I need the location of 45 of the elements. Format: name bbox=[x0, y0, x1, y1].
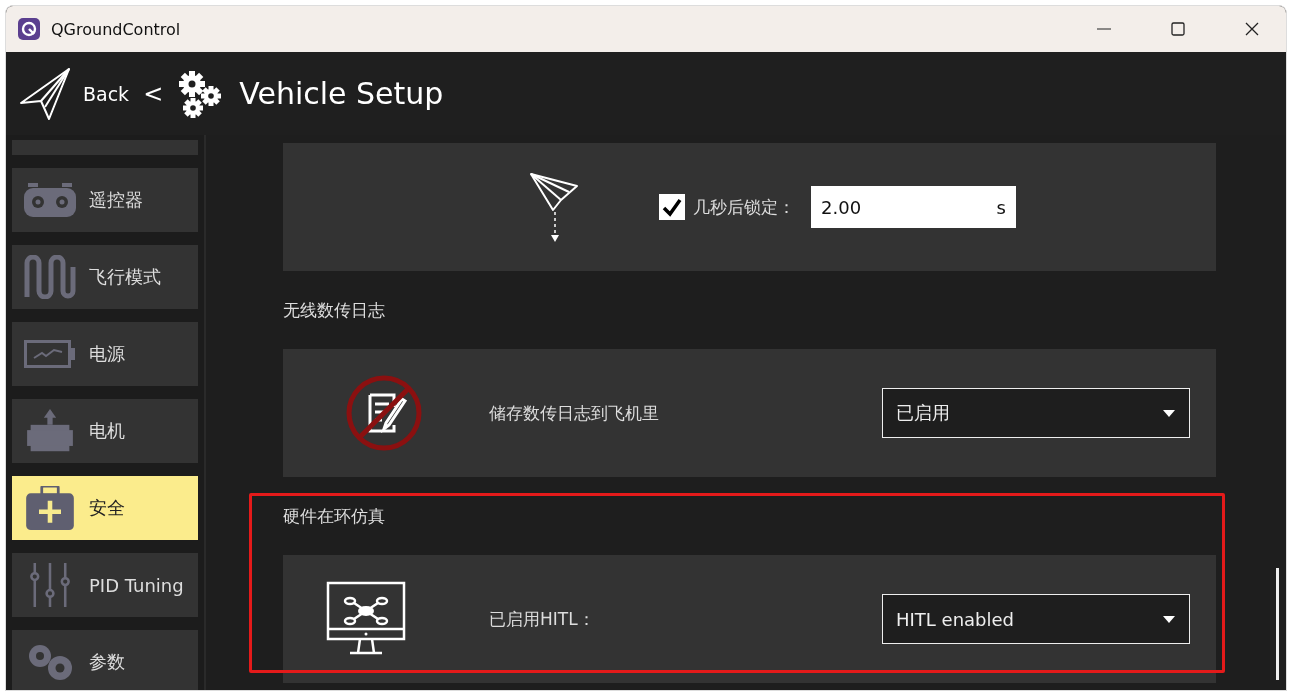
checkbox-label: 几秒后锁定： bbox=[693, 195, 795, 219]
dropdown-value: HITL enabled bbox=[896, 608, 1015, 630]
dropdown-value: 已启用 bbox=[896, 401, 950, 425]
monitor-drone-icon bbox=[326, 581, 406, 657]
setting-label: 已启用HITL： bbox=[489, 607, 596, 631]
page-title: Vehicle Setup bbox=[239, 76, 444, 111]
sidebar-item[interactable]: PID Tuning bbox=[12, 553, 198, 617]
caret-icon bbox=[1163, 409, 1175, 417]
setting-label: 储存数传日志到飞机里 bbox=[489, 401, 660, 425]
scrollbar[interactable] bbox=[1276, 568, 1279, 680]
breadcrumb-separator: < bbox=[143, 79, 164, 108]
sidebar-item[interactable]: 遥控器 bbox=[12, 168, 198, 232]
sidebar-item[interactable]: 电源 bbox=[12, 322, 198, 386]
app-logo-icon bbox=[18, 18, 40, 40]
wave-icon bbox=[24, 255, 76, 299]
section-title: 硬件在环仿真 bbox=[283, 504, 385, 528]
sidebar-item[interactable]: 参数 bbox=[12, 630, 198, 690]
close-icon[interactable] bbox=[1244, 21, 1260, 37]
dropdown[interactable]: HITL enabled bbox=[882, 594, 1190, 644]
field-value: 2.00 bbox=[821, 196, 862, 218]
sidebar-item-label: PID Tuning bbox=[89, 574, 184, 596]
window-title: QGroundControl bbox=[51, 19, 181, 39]
caret-icon bbox=[1163, 615, 1175, 623]
motor-icon bbox=[24, 409, 76, 453]
paper-plane-icon[interactable] bbox=[19, 66, 71, 121]
first-aid-kit-icon bbox=[24, 486, 76, 530]
sidebar-item-label: 电机 bbox=[89, 419, 125, 443]
sidebar-item-label: 遥控器 bbox=[89, 188, 143, 212]
section-title: 无线数传日志 bbox=[283, 298, 385, 322]
unit-label: s bbox=[996, 196, 1006, 218]
number-field[interactable]: 2.00 s bbox=[811, 186, 1016, 228]
maximize-icon[interactable] bbox=[1170, 21, 1186, 37]
sidebar-item[interactable]: 飞行模式 bbox=[12, 245, 198, 309]
paper-plane-landing-icon bbox=[529, 172, 579, 242]
back-link[interactable]: Back bbox=[83, 82, 130, 105]
dropdown[interactable]: 已启用 bbox=[882, 388, 1190, 438]
checkbox[interactable] bbox=[659, 194, 685, 220]
sidebar-item-label: 安全 bbox=[89, 496, 125, 520]
sidebar-item-label: 电源 bbox=[89, 342, 125, 366]
sidebar-item[interactable]: 安全 bbox=[12, 476, 198, 540]
sidebar-item[interactable]: 电机 bbox=[12, 399, 198, 463]
sidebar-item-label: 飞行模式 bbox=[89, 265, 161, 289]
no-logging-icon bbox=[344, 373, 424, 453]
checkmark-icon bbox=[662, 197, 682, 217]
sidebar-item-label: 参数 bbox=[89, 650, 125, 674]
